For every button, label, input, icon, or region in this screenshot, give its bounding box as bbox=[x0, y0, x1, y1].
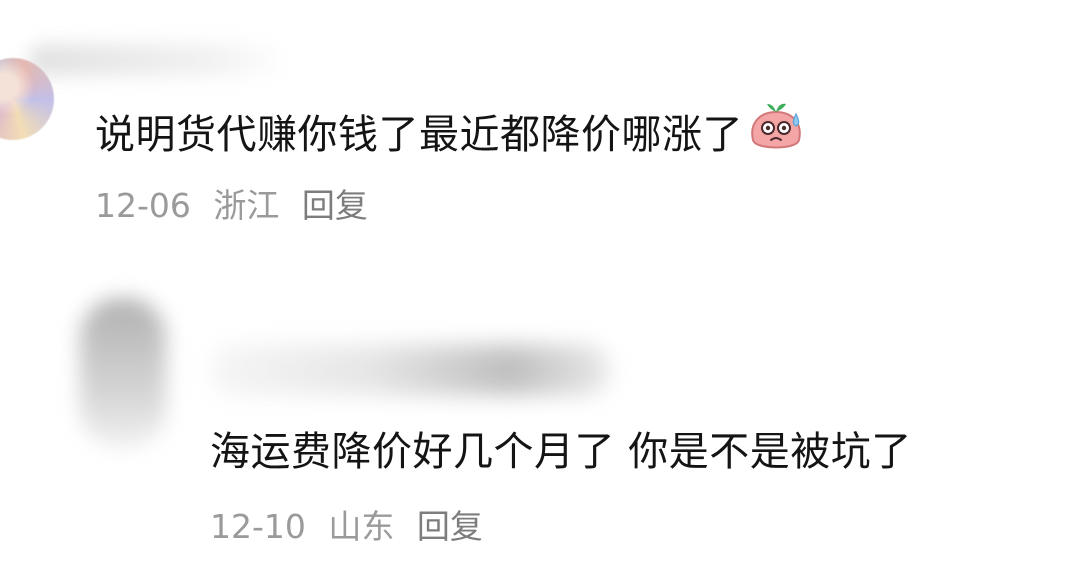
comment-date: 12-06 bbox=[95, 186, 191, 225]
comment-location: 山东 bbox=[328, 507, 395, 546]
sweating-face-emoji-icon bbox=[747, 100, 805, 169]
comment-date: 12-10 bbox=[210, 507, 306, 546]
comment-text: 海运费降价好几个月了 你是不是被坑了 bbox=[210, 424, 912, 480]
blurred-username[interactable] bbox=[28, 44, 288, 76]
reply-button[interactable]: 回复 bbox=[417, 507, 483, 546]
reply-button[interactable]: 回复 bbox=[302, 186, 368, 225]
comment-meta: 12-10 山东 回复 bbox=[210, 505, 495, 549]
comment-body: 海运费降价好几个月了 你是不是被坑了 bbox=[210, 429, 912, 475]
comment-meta: 12-06 浙江 回复 bbox=[95, 184, 380, 228]
avatar[interactable] bbox=[80, 298, 166, 448]
comment-body: 说明货代赚你钱了最近都降价哪涨了 bbox=[95, 112, 743, 158]
comment-text: 说明货代赚你钱了最近都降价哪涨了 bbox=[95, 100, 805, 169]
comment-location: 浙江 bbox=[213, 186, 280, 225]
blurred-username[interactable] bbox=[210, 345, 610, 395]
